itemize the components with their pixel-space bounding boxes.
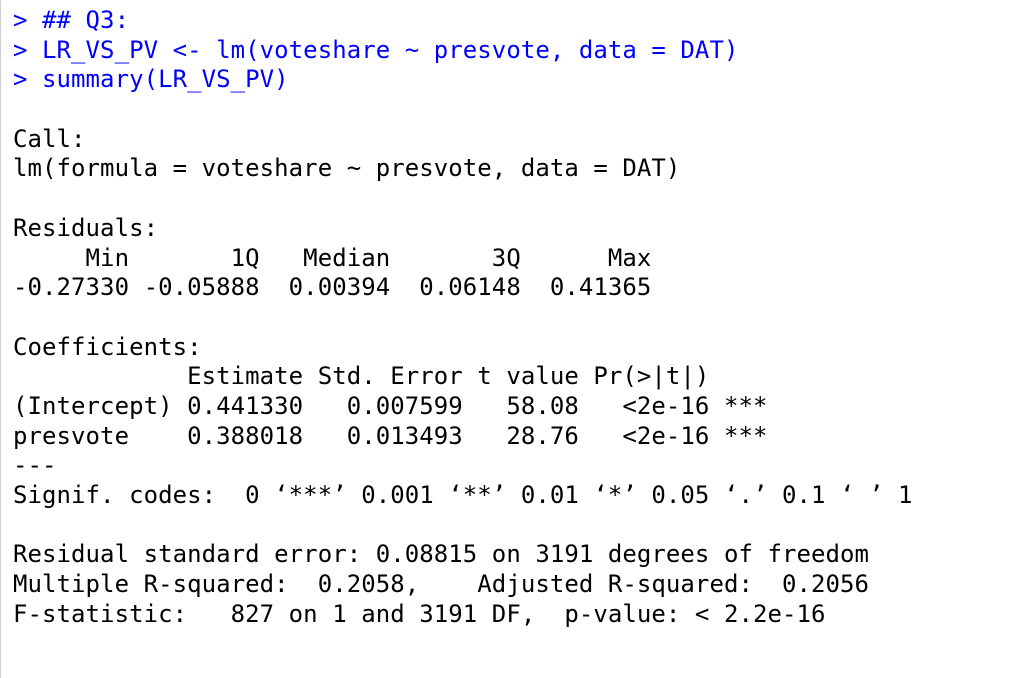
r-console[interactable]: > ## Q3: > LR_VS_PV <- lm(voteshare ~ pre… (0, 0, 1034, 678)
console-output-line: -0.27330 -0.05888 0.00394 0.06148 0.4136… (13, 273, 666, 302)
console-output-line: Signif. codes: 0 ‘***’ 0.001 ‘**’ 0.01 ‘… (13, 481, 913, 509)
console-input-line: > summary(LR_VS_PV) (13, 65, 289, 94)
console-output-line: lm(formula = voteshare ~ presvote, data … (13, 154, 681, 183)
console-output: > ## Q3: > LR_VS_PV <- lm(voteshare ~ pre… (13, 6, 913, 629)
console-output-line: Call: (13, 124, 86, 153)
console-output-line: Estimate Std. Error t value Pr(>|t|) (13, 362, 768, 391)
console-input-line: > LR_VS_PV <- lm(voteshare ~ presvote, d… (13, 35, 739, 64)
console-input-line: > ## Q3: (13, 6, 130, 34)
console-output-line: Min 1Q Median 3Q Max (13, 243, 666, 272)
console-output-line (13, 303, 913, 333)
console-output-line: Residuals: (13, 213, 159, 242)
console-output-line (13, 511, 913, 541)
console-output-line: (Intercept) 0.441330 0.007599 58.08 <2e-… (13, 391, 768, 420)
console-output-line: Residual standard error: 0.08815 on 3191… (13, 540, 870, 569)
console-output-line: Multiple R-squared: 0.2058, Adjusted R-s… (13, 570, 884, 599)
console-output-line: F-statistic: 827 on 1 and 3191 DF, p-val… (13, 599, 826, 628)
console-output-line (13, 184, 913, 214)
console-output-line: presvote 0.388018 0.013493 28.76 <2e-16 … (13, 421, 768, 450)
console-output-line (13, 95, 913, 125)
console-output-line: --- (13, 451, 57, 480)
console-output-line: Coefficients: (13, 332, 202, 361)
